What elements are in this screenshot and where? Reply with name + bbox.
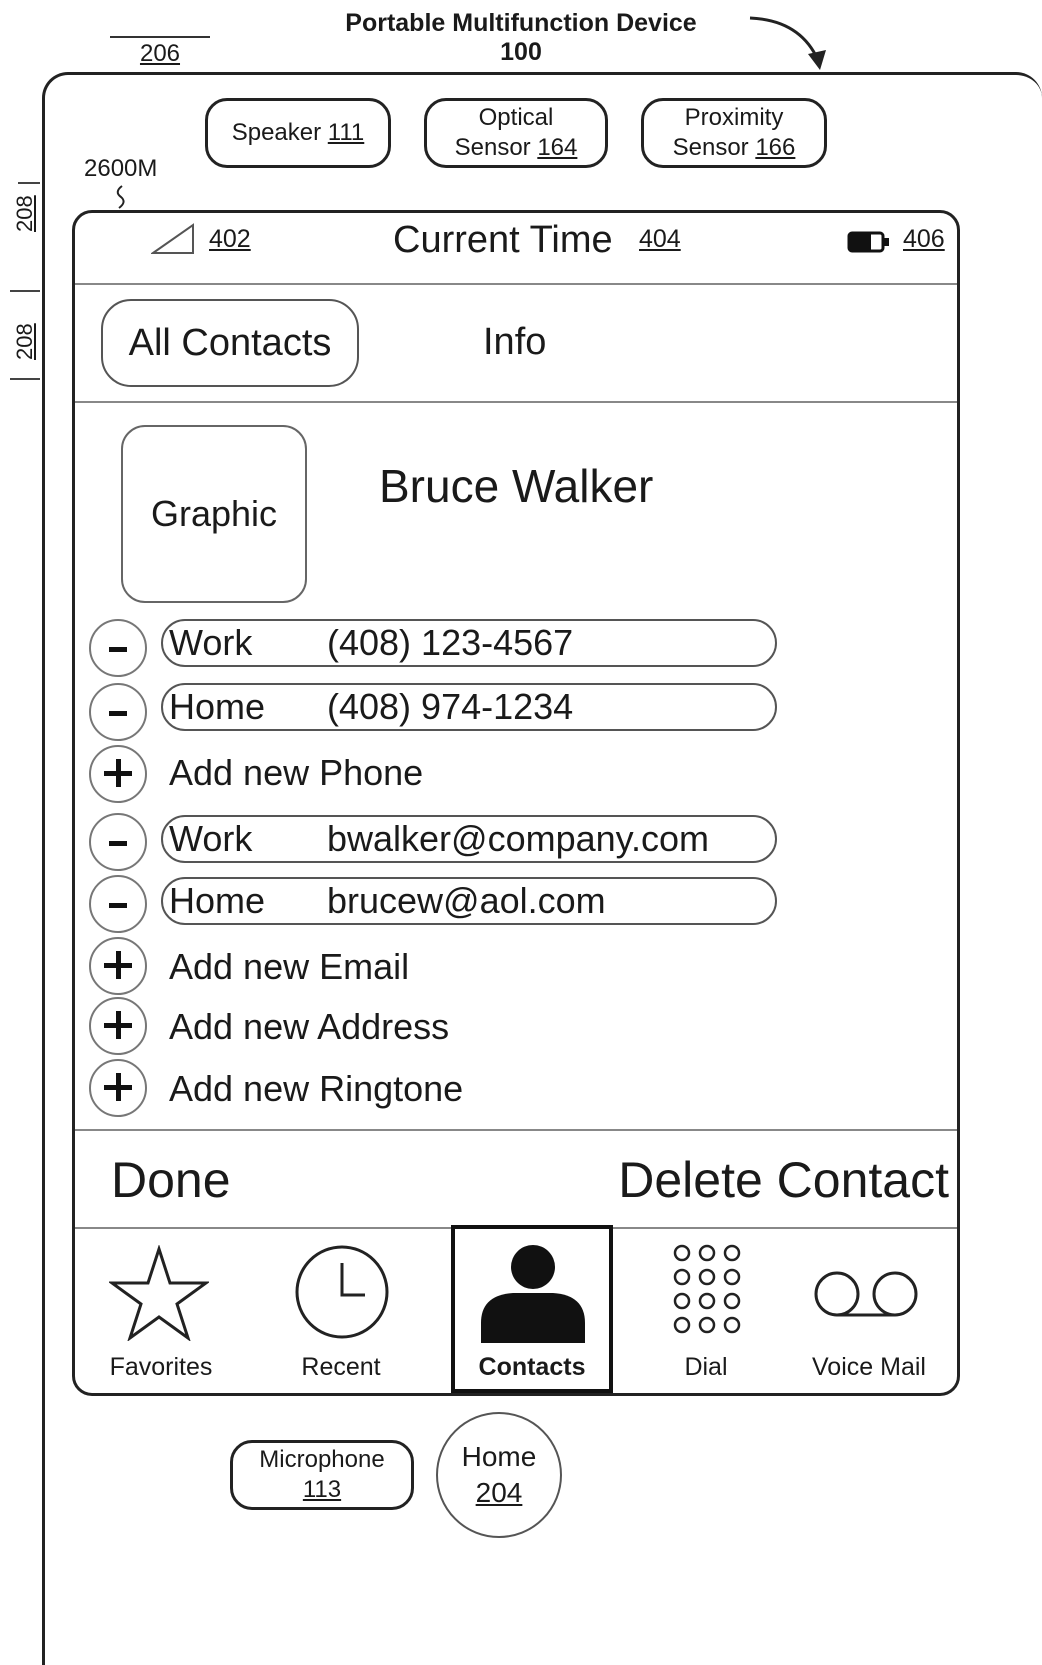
- minus-icon: [109, 903, 127, 908]
- phone-work-value: (408) 123-4567: [327, 622, 574, 663]
- home-ref: 204: [475, 1477, 523, 1508]
- star-icon: [109, 1245, 209, 1341]
- graphic-label: Graphic: [150, 493, 278, 534]
- add-address-button[interactable]: [89, 997, 147, 1055]
- remove-email-work-button[interactable]: [89, 813, 147, 871]
- microphone: Microphone 113: [230, 1440, 414, 1510]
- remove-email-home-button[interactable]: [89, 875, 147, 933]
- tab-dial[interactable]: Dial: [631, 1225, 781, 1393]
- signal-icon: [151, 223, 194, 254]
- all-contacts-button[interactable]: All Contacts: [101, 299, 359, 387]
- tab-label: Dial: [684, 1353, 728, 1381]
- tab-label: Recent: [301, 1353, 381, 1381]
- tab-label: Favorites: [109, 1353, 213, 1381]
- optical-sensor: Optical Sensor 164: [424, 98, 608, 168]
- minus-icon: [109, 711, 127, 716]
- contact-name: Bruce Walker: [379, 460, 654, 512]
- status-bar: 402 Current Time 404 406: [75, 213, 957, 285]
- tab-voicemail[interactable]: Voice Mail: [781, 1225, 957, 1393]
- minus-icon: [109, 841, 127, 846]
- tab-bar: Favorites Recent Contacts Dial Voice Mai…: [75, 1225, 957, 1393]
- phone-home-value: (408) 974-1234: [327, 686, 574, 727]
- email-work-type: Work: [169, 818, 253, 859]
- phone-home-type: Home: [169, 686, 266, 727]
- ref-208-bottom: 208: [12, 323, 37, 360]
- speaker: Speaker 111: [205, 98, 391, 168]
- email-work-value: bwalker@company.com: [327, 818, 710, 859]
- nav-title: Info: [483, 321, 547, 363]
- voicemail-icon: [814, 1271, 918, 1317]
- delete-contact-button[interactable]: Delete Contact: [618, 1151, 949, 1209]
- done-button[interactable]: Done: [111, 1151, 231, 1209]
- figure-title: Portable Multifunction Device: [345, 9, 697, 37]
- tab-favorites[interactable]: Favorites: [75, 1225, 247, 1393]
- nav-bar: All Contacts Info: [75, 283, 957, 403]
- phone-work-type: Work: [169, 622, 253, 663]
- proximity-sensor: Proximity Sensor 166: [641, 98, 827, 168]
- pointer-arrow-icon: [749, 16, 826, 70]
- add-ringtone-label[interactable]: Add new Ringtone: [169, 1065, 463, 1113]
- tab-label: Contacts: [478, 1353, 586, 1381]
- add-phone-button[interactable]: [89, 745, 147, 803]
- add-email-button[interactable]: [89, 937, 147, 995]
- add-ringtone-button[interactable]: [89, 1059, 147, 1117]
- side-divider: [10, 290, 40, 292]
- ref-208-top: 208: [12, 195, 37, 232]
- contact-details: Graphic Bruce Walker Work (408) 123-4567…: [75, 401, 957, 1129]
- email-home-type: Home: [169, 880, 266, 921]
- plus-icon: [116, 951, 121, 979]
- contact-graphic[interactable]: Graphic: [121, 425, 307, 603]
- plus-icon: [116, 1011, 121, 1039]
- keypad-icon: [673, 1244, 741, 1334]
- action-bar: Done Delete Contact: [75, 1129, 957, 1229]
- tab-recent[interactable]: Recent: [247, 1225, 435, 1393]
- touch-screen: 402 Current Time 404 406 All Contacts In…: [72, 210, 960, 1396]
- side-divider: [18, 182, 40, 184]
- all-contacts-label: All Contacts: [128, 321, 332, 364]
- person-icon: [481, 1245, 585, 1343]
- clock-icon: [295, 1245, 389, 1339]
- current-time: Current Time: [393, 219, 613, 261]
- add-address-label[interactable]: Add new Address: [169, 1003, 449, 1051]
- add-phone-label[interactable]: Add new Phone: [169, 749, 423, 797]
- tab-contacts[interactable]: Contacts: [451, 1225, 613, 1393]
- battery-icon: [847, 231, 889, 253]
- remove-phone-home-button[interactable]: [89, 683, 147, 741]
- squiggle-icon: [116, 185, 125, 209]
- ref-206: 206: [110, 36, 210, 68]
- screen-ref: 2600M: [84, 155, 158, 182]
- tab-label: Voice Mail: [812, 1353, 926, 1381]
- plus-icon: [116, 1073, 121, 1101]
- email-home-value: brucew@aol.com: [327, 880, 606, 921]
- minus-icon: [109, 647, 127, 652]
- time-ref: 404: [639, 225, 681, 253]
- add-email-label[interactable]: Add new Email: [169, 943, 409, 991]
- home-button[interactable]: Home 204: [436, 1412, 562, 1538]
- plus-icon: [116, 759, 121, 787]
- signal-ref: 402: [209, 225, 251, 253]
- side-divider: [10, 378, 40, 380]
- battery-ref: 406: [903, 225, 945, 253]
- home-label: Home: [461, 1441, 537, 1472]
- remove-phone-work-button[interactable]: [89, 619, 147, 677]
